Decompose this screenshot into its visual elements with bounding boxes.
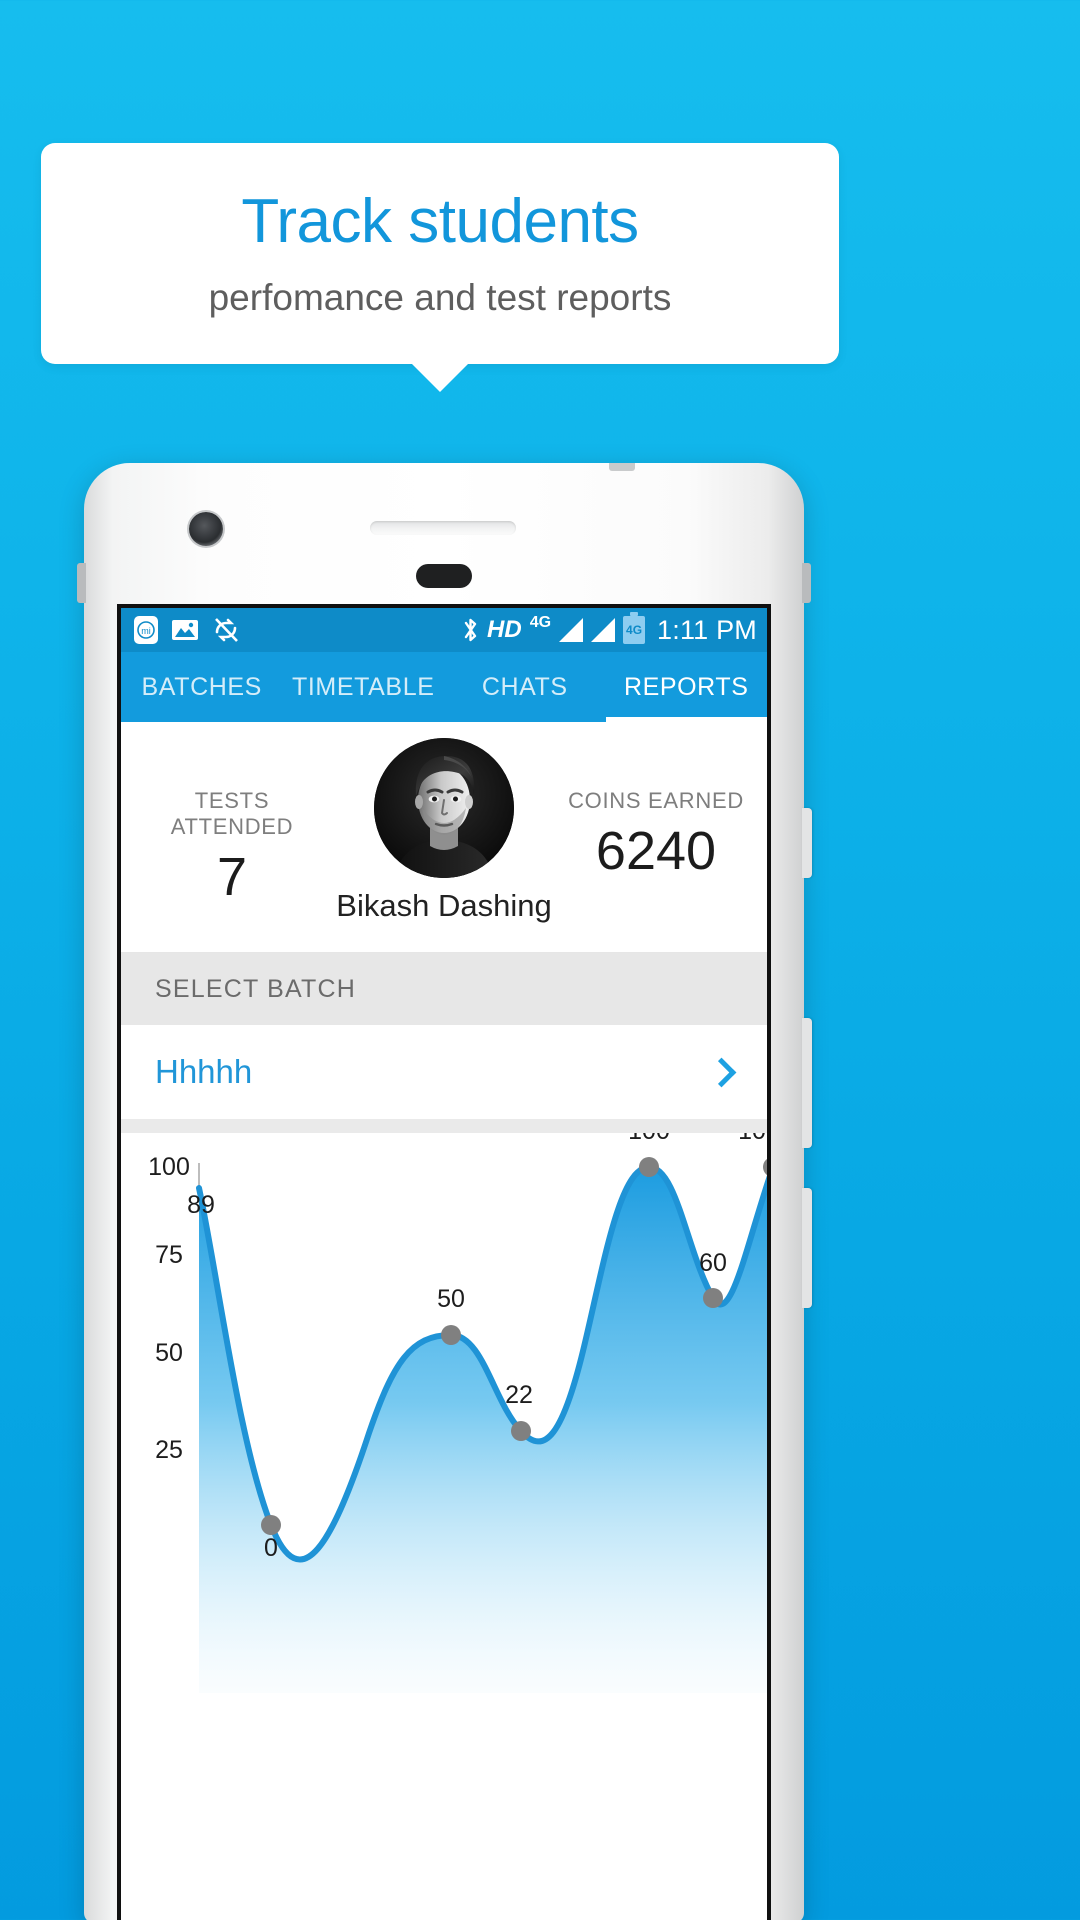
phone-volume-button[interactable] — [802, 1018, 812, 1148]
status-bar-left-icons: mi — [133, 615, 241, 645]
promo-subtitle: perfomance and test reports — [208, 277, 672, 318]
svg-text:50: 50 — [437, 1285, 465, 1313]
chevron-right-icon[interactable] — [707, 1059, 733, 1085]
status-bar-clock: 1:11 PM — [657, 614, 757, 645]
top-tab-bar: BATCHES TIMETABLE CHATS REPORTS — [121, 652, 767, 722]
network-type-icon: 4G — [529, 614, 552, 631]
svg-text:25: 25 — [155, 1436, 183, 1464]
signal-bars-icon-2 — [591, 618, 616, 642]
chart-point-100a[interactable] — [639, 1157, 659, 1177]
svg-text:60: 60 — [699, 1249, 727, 1277]
callout-tail-triangle — [410, 362, 470, 392]
tab-timetable[interactable]: TIMETABLE — [283, 652, 445, 722]
signal-bars-icon — [559, 618, 584, 642]
svg-text:mi: mi — [141, 626, 151, 636]
svg-text:100: 100 — [738, 1133, 771, 1145]
student-portrait-photo — [374, 738, 514, 878]
selected-batch-name: Hhhhh — [155, 1053, 253, 1090]
phone-screen: mi HD 4G 4G 1:11 PM BATCHES TIMETABLE CH… — [117, 604, 771, 1920]
chart-point-100b[interactable] — [763, 1157, 771, 1177]
sync-disabled-icon — [215, 618, 238, 642]
svg-text:75: 75 — [155, 1241, 183, 1269]
tab-chats[interactable]: CHATS — [444, 652, 606, 722]
coins-earned-label: COINS EARNED — [568, 788, 744, 813]
coins-earned-stat: COINS EARNED 6240 — [561, 722, 751, 878]
coins-earned-value: 6240 — [595, 821, 717, 881]
front-camera-icon — [189, 512, 223, 546]
phone-left-nub — [77, 563, 86, 603]
tests-attended-label: TESTS ATTENDED — [170, 788, 294, 839]
phone-mockup: mi HD 4G 4G 1:11 PM BATCHES TIMETABLE CH… — [77, 463, 812, 1920]
phone-right-nub — [802, 563, 811, 603]
earpiece-speaker — [370, 521, 516, 535]
tab-batches[interactable]: BATCHES — [121, 652, 283, 722]
chart-area-fill — [199, 1167, 767, 1693]
promo-callout-card: Track students perfomance and test repor… — [41, 143, 839, 364]
batch-selector-row[interactable]: Hhhhh — [121, 1025, 767, 1119]
svg-text:89: 89 — [187, 1191, 215, 1219]
mi-app-icon: mi — [134, 616, 158, 644]
phone-side-button[interactable] — [802, 1188, 812, 1308]
performance-area-chart: 100 75 50 25 89 0 50 22 60 — [148, 1133, 771, 1693]
section-gap-strip — [121, 1119, 767, 1133]
bluetooth-icon — [464, 618, 477, 642]
chart-point-22[interactable] — [511, 1421, 531, 1441]
svg-text:100: 100 — [148, 1153, 190, 1181]
student-name: Bikash Dashing — [336, 888, 552, 923]
phone-power-button[interactable] — [802, 808, 812, 878]
tests-attended-stat: TESTS ATTENDED 7 — [137, 722, 327, 904]
chart-point-50[interactable] — [441, 1325, 461, 1345]
battery-icon: 4G — [623, 612, 646, 644]
profile-summary-section: TESTS ATTENDED 7 COINS EARNED 6240 Bikas… — [121, 722, 767, 952]
performance-chart: 100 75 50 25 89 0 50 22 60 — [121, 1133, 767, 1693]
svg-text:0: 0 — [264, 1534, 278, 1562]
chart-point-0[interactable] — [261, 1515, 281, 1535]
gallery-icon — [172, 620, 198, 640]
svg-text:100: 100 — [628, 1133, 670, 1145]
promo-title: Track students — [241, 187, 639, 256]
svg-text:50: 50 — [155, 1339, 183, 1367]
tab-reports[interactable]: REPORTS — [606, 652, 768, 722]
select-batch-header: SELECT BATCH — [121, 953, 767, 1025]
svg-text:22: 22 — [505, 1381, 533, 1409]
chart-y-axis-labels: 100 75 50 25 — [148, 1153, 190, 1464]
chart-point-60[interactable] — [703, 1288, 723, 1308]
status-bar-right-icons: HD 4G 4G 1:11 PM — [462, 612, 757, 646]
phone-antenna-strip — [609, 463, 635, 471]
hd-voice-icon: HD — [487, 616, 522, 643]
avatar[interactable] — [374, 738, 514, 878]
proximity-sensor — [416, 564, 472, 588]
status-bar: mi HD 4G 4G 1:11 PM — [121, 608, 767, 652]
select-batch-label: SELECT BATCH — [155, 974, 357, 1003]
